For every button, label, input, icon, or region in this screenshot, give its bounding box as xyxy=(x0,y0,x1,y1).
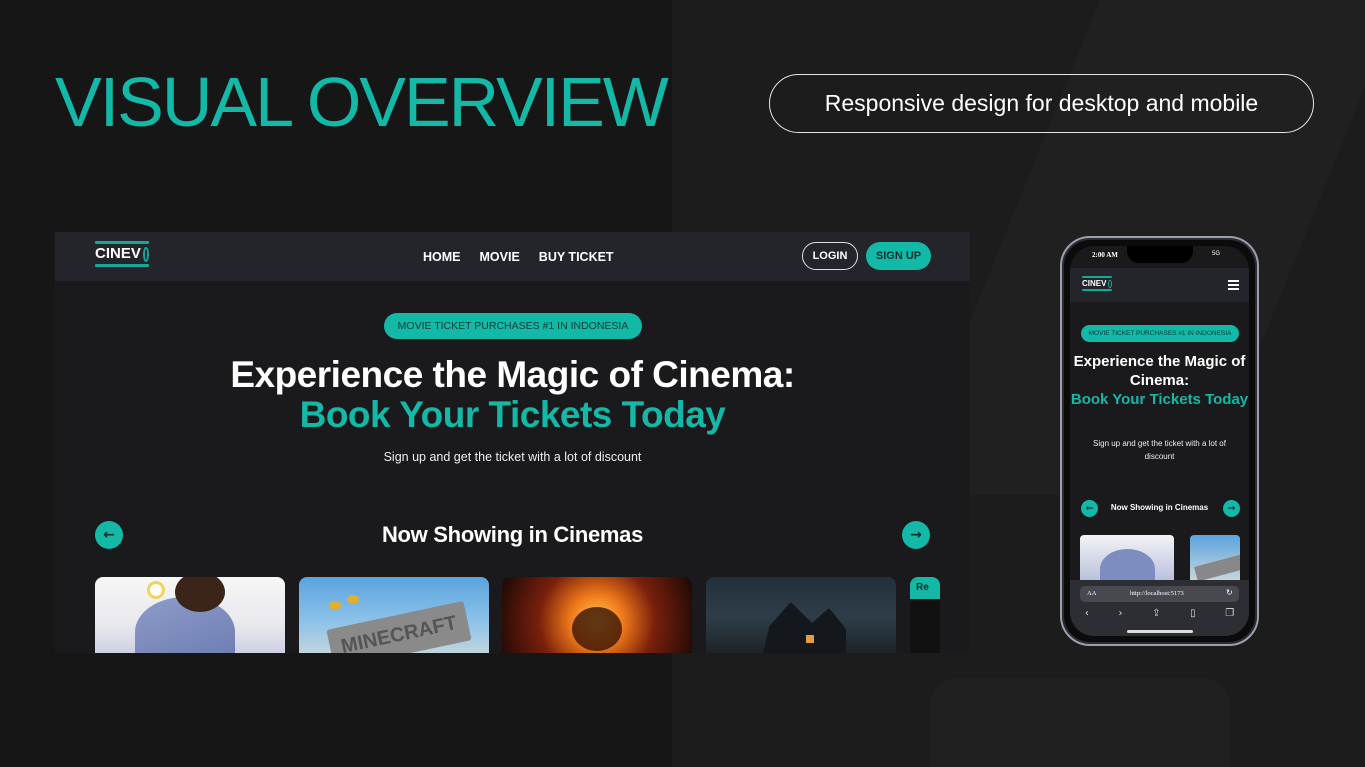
mobile-hero-badge: MOVIE TICKET PURCHASES #1 IN INDONESIA xyxy=(1081,325,1239,342)
address-bar[interactable]: AA http://localhost:5173 ↻ xyxy=(1080,586,1239,602)
poster-house xyxy=(761,602,846,653)
poster-bee xyxy=(347,595,359,604)
arrow-right-icon: → xyxy=(910,527,922,543)
slide-tag-pill: Responsive design for desktop and mobile xyxy=(769,74,1314,133)
mobile-hero-headline: Experience the Magic of Cinema: xyxy=(1073,353,1246,389)
mobile-poster-stitch[interactable] xyxy=(1080,535,1174,580)
mobile-hero-subtitle: Sign up and get the ticket with a lot of… xyxy=(1093,439,1226,461)
background-shape xyxy=(930,678,1230,767)
url-text: http://localhost:5173 xyxy=(1130,590,1184,597)
hero-headline: Experience the Magic of Cinema: xyxy=(230,354,795,395)
movie-poster-partial[interactable]: Re xyxy=(910,577,940,653)
phone-screen: 2:00 AM 5G CINEV MOVIE TICKET PURCHASES … xyxy=(1070,246,1249,636)
desktop-nav-links: HOME MOVIE BUY TICKET xyxy=(423,232,614,281)
poster-title-shape xyxy=(1194,551,1240,580)
forward-icon[interactable]: › xyxy=(1118,608,1122,619)
reload-icon[interactable]: ↻ xyxy=(1226,588,1233,597)
back-icon[interactable]: ‹ xyxy=(1085,608,1089,619)
signup-button[interactable]: SIGN UP xyxy=(866,242,931,270)
movie-poster-stitch[interactable] xyxy=(95,577,285,653)
mobile-carousel-next-button[interactable]: → xyxy=(1223,500,1240,517)
logo-bar-bottom xyxy=(95,264,149,267)
slide-title: VISUAL OVERVIEW xyxy=(55,63,669,141)
logo-text: CINEV xyxy=(1082,279,1107,288)
logo-bar-bottom xyxy=(1082,289,1112,291)
bookmarks-icon[interactable]: ▯ xyxy=(1190,608,1196,619)
now-showing-title: Now Showing in Cinemas xyxy=(381,522,644,547)
movie-poster-minecraft[interactable]: MINECRAFT xyxy=(299,577,489,653)
carousel-next-button[interactable]: → xyxy=(902,521,930,549)
tabs-icon[interactable]: ❐ xyxy=(1225,608,1234,619)
film-reel-icon xyxy=(142,246,149,262)
login-button[interactable]: LOGIN xyxy=(802,242,858,270)
nav-buy-ticket[interactable]: BUY TICKET xyxy=(539,250,614,264)
mobile-navbar: CINEV xyxy=(1070,268,1249,302)
poster-character xyxy=(1100,549,1155,580)
nav-home[interactable]: HOME xyxy=(423,250,461,264)
status-time: 2:00 AM xyxy=(1092,251,1118,259)
poster-flower xyxy=(147,581,165,599)
status-signal: 5G xyxy=(1212,251,1221,257)
hero-subtitle: Sign up and get the ticket with a lot of… xyxy=(383,450,642,464)
share-icon[interactable]: ⇪ xyxy=(1152,608,1160,619)
movie-poster-haunted-house[interactable] xyxy=(706,577,896,653)
poster-window xyxy=(806,635,814,643)
desktop-screenshot: CINEV HOME MOVIE BUY TICKET LOGIN SIGN U… xyxy=(55,232,970,653)
cinev-logo[interactable]: CINEV xyxy=(95,241,149,273)
film-reel-icon xyxy=(1108,279,1112,288)
phone-mockup: 2:00 AM 5G CINEV MOVIE TICKET PURCHASES … xyxy=(1060,236,1259,646)
hero-headline-accent: Book Your Tickets Today xyxy=(299,394,726,435)
mobile-hero-headline-accent: Book Your Tickets Today xyxy=(1070,391,1249,408)
movie-poster-fire-skull[interactable] xyxy=(502,577,692,653)
slide: VISUAL OVERVIEW Responsive design for de… xyxy=(0,0,1365,767)
nav-movie[interactable]: MOVIE xyxy=(480,250,520,264)
mobile-cinev-logo[interactable]: CINEV xyxy=(1082,276,1112,291)
poster-bee xyxy=(329,601,341,610)
arrow-right-icon: → xyxy=(1227,503,1236,514)
poster-skull xyxy=(572,607,622,651)
desktop-navbar: CINEV HOME MOVIE BUY TICKET LOGIN SIGN U… xyxy=(55,232,970,281)
phone-notch xyxy=(1127,246,1193,263)
hero-badge: MOVIE TICKET PURCHASES #1 IN INDONESIA xyxy=(384,313,642,339)
poster-title-text: MINECRAFT xyxy=(326,600,472,653)
logo-text: CINEV xyxy=(95,245,141,262)
mobile-poster-minecraft[interactable] xyxy=(1190,535,1240,580)
safari-toolbar: AA http://localhost:5173 ↻ ‹ › ⇪ ▯ ❐ xyxy=(1070,580,1249,636)
reader-aa-button[interactable]: AA xyxy=(1087,590,1096,597)
home-indicator xyxy=(1127,630,1193,633)
poster-badge: Re xyxy=(910,577,940,599)
browser-tools: ‹ › ⇪ ▯ ❐ xyxy=(1070,608,1249,619)
hamburger-menu-icon[interactable] xyxy=(1228,280,1239,292)
